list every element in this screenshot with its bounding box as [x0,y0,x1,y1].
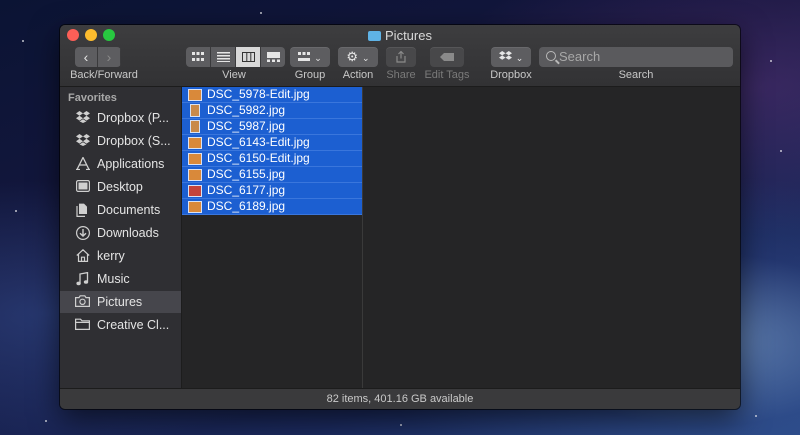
list-view-button[interactable] [211,47,236,67]
share-icon [396,50,406,63]
view-mode-control[interactable] [186,47,285,67]
file-row[interactable]: DSC_6150-Edit.jpg [182,151,362,167]
list-icon [216,52,230,62]
group-grid-icon [298,52,311,61]
star [260,12,262,14]
chevron-down-icon: ⌄ [515,53,524,63]
action-label: Action [342,69,374,81]
tag-icon [440,53,454,61]
file-row[interactable]: DSC_6155.jpg [182,167,362,183]
dropbox-icon [75,134,90,148]
icon-view-button[interactable] [186,47,211,67]
view-label: View [222,69,246,81]
dropbox-icon [75,111,90,125]
file-row[interactable]: DSC_6143-Edit.jpg [182,135,362,151]
back-forward-label: Back/Forward [70,69,138,81]
gear-icon: ⚙ [346,49,359,64]
sidebar-item-kerry[interactable]: kerry [60,245,181,267]
sidebar-item-creative-cloud[interactable]: Creative Cl... [60,314,181,336]
file-list-column: DSC_5978-Edit.jpg DSC_5982.jpg DSC_5987.… [182,87,363,388]
star [15,210,17,212]
file-row[interactable]: DSC_5982.jpg [182,103,362,119]
dropbox-icon [498,51,512,60]
share-label: Share [386,69,416,81]
star [22,40,24,42]
search-icon [546,51,556,61]
folder-icon [75,318,90,332]
music-icon [75,271,90,286]
edit-tags-button[interactable] [430,47,464,67]
image-thumbnail-icon [190,120,200,133]
column-view-button[interactable] [236,47,261,67]
columns-icon [241,52,255,62]
sidebar-item-music[interactable]: Music [60,268,181,290]
sidebar-item-pictures[interactable]: Pictures [60,291,181,313]
back-button[interactable]: ‹ [75,47,98,67]
star [400,424,402,426]
camera-icon [75,295,90,309]
chevron-down-icon: ⌄ [314,53,322,63]
documents-icon [75,203,90,217]
search-input[interactable]: Search [539,47,733,67]
forward-button[interactable]: › [98,47,121,67]
image-thumbnail-icon [190,104,200,117]
window-title: Pictures [60,28,740,43]
sidebar: Favorites Dropbox (P... Dropbox (S... Ap… [60,87,182,388]
status-bar: 82 items, 401.16 GB available [60,388,740,409]
image-thumbnail-icon [188,89,202,101]
star [780,150,782,152]
dropbox-label: Dropbox [490,69,532,81]
gallery-view-button[interactable] [261,47,285,67]
sidebar-item-applications[interactable]: Applications [60,153,181,175]
image-thumbnail-icon [188,169,202,181]
gallery-icon [266,52,280,62]
sidebar-item-documents[interactable]: Documents [60,199,181,221]
star [45,420,47,422]
star [770,60,772,62]
sidebar-item-desktop[interactable]: Desktop [60,176,181,198]
file-row[interactable]: DSC_6189.jpg [182,199,362,215]
folder-icon [368,31,382,41]
group-label: Group [294,69,326,81]
star [755,415,757,417]
grid-icon [192,52,204,61]
back-forward-control[interactable]: ‹ › [75,47,121,67]
sidebar-item-dropbox-shared[interactable]: Dropbox (S... [60,130,181,152]
sidebar-item-downloads[interactable]: Downloads [60,222,181,244]
file-row[interactable]: DSC_5978-Edit.jpg [182,87,362,103]
home-icon [75,248,90,263]
file-row[interactable]: DSC_5987.jpg [182,119,362,135]
image-thumbnail-icon [188,137,202,149]
image-thumbnail-icon [188,185,202,197]
downloads-icon [75,225,90,241]
applications-icon [75,156,90,171]
sidebar-item-dropbox-personal[interactable]: Dropbox (P... [60,107,181,129]
share-button[interactable] [386,47,416,67]
finder-window: Pictures ‹ › Back/Forward View ⌄ Group ⚙… [60,25,740,409]
preview-column [363,87,740,388]
group-button[interactable]: ⌄ [290,47,330,67]
sidebar-heading: Favorites [68,92,117,104]
edit-tags-label: Edit Tags [424,69,470,81]
titlebar: Pictures ‹ › Back/Forward View ⌄ Group ⚙… [60,25,740,87]
file-row[interactable]: DSC_6177.jpg [182,183,362,199]
search-label: Search [618,69,654,81]
dropbox-button[interactable]: ⌄ [491,47,531,67]
desktop-icon [75,180,90,194]
image-thumbnail-icon [188,201,202,213]
action-button[interactable]: ⚙ ⌄ [338,47,378,67]
chevron-down-icon: ⌄ [362,53,370,63]
image-thumbnail-icon [188,153,202,165]
